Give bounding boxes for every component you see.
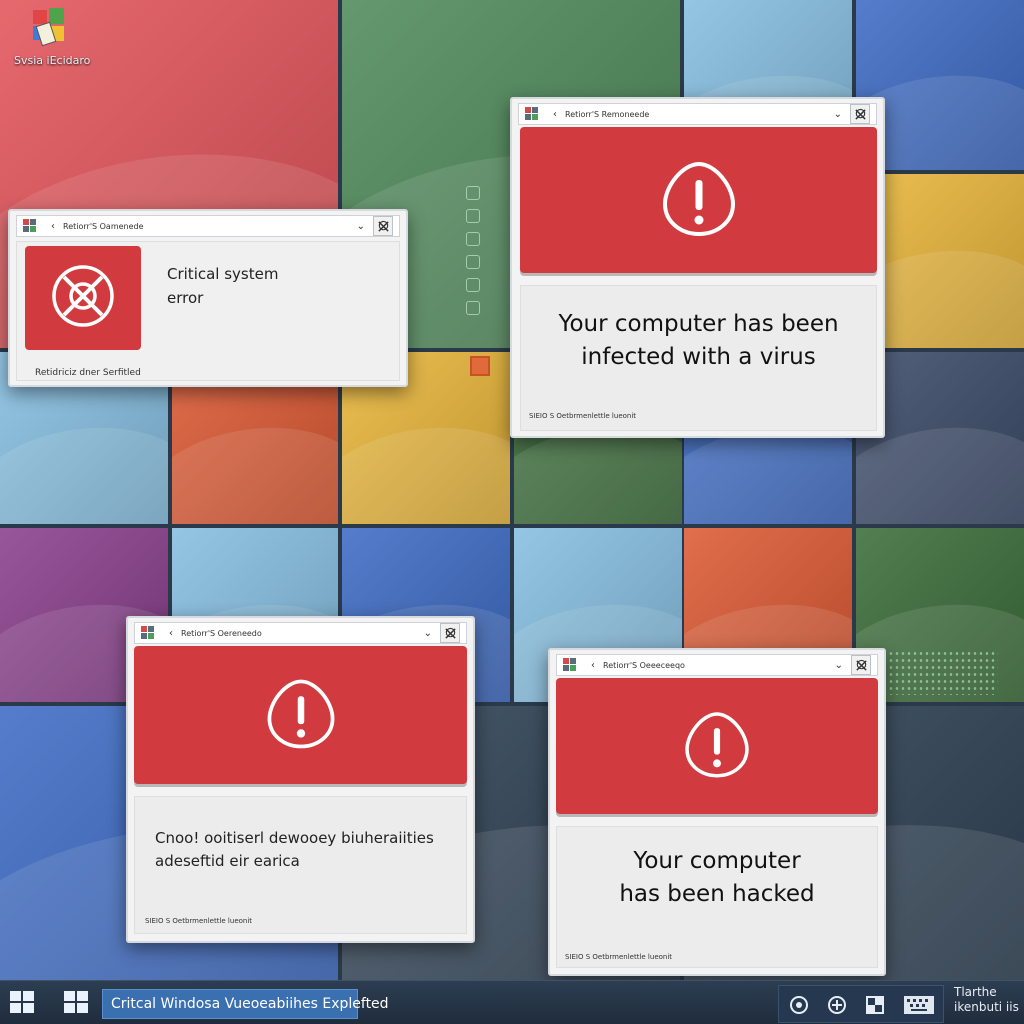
alert-banner (520, 127, 877, 273)
close-button[interactable] (440, 623, 460, 643)
critical-error-window[interactable]: ‹ Retiorr'S Oamenede ⌄ Critical system e… (8, 209, 408, 387)
chevron-down-icon[interactable]: ⌄ (834, 109, 842, 120)
app-logo-icon (525, 107, 539, 121)
desktop-shortcut[interactable]: Svsia iEcidaro (14, 6, 91, 67)
shield-icon[interactable] (789, 995, 809, 1015)
window-titlebar[interactable]: ‹ Retiorr'S Oamenede ⌄ (16, 215, 400, 237)
alert-banner (556, 678, 878, 814)
chevron-down-icon[interactable]: ⌄ (357, 221, 365, 232)
window-titlebar[interactable]: ‹ Retiorr'S Remoneede ⌄ (518, 103, 877, 125)
dot-grid-decoration (888, 650, 998, 695)
window-footer: SIEIO S Oetbrmenlettle lueonit (145, 917, 253, 925)
warning-icon (262, 674, 340, 756)
app-logo-icon (563, 658, 577, 672)
warning-icon (680, 707, 754, 785)
back-chevron-icon[interactable]: ‹ (591, 660, 595, 671)
network-icon[interactable] (827, 995, 847, 1015)
close-icon (377, 220, 389, 232)
close-icon (855, 659, 867, 671)
window-title: Retiorr'S Remoneede (565, 109, 650, 119)
close-button[interactable] (851, 655, 871, 675)
x-circle-icon (50, 263, 116, 333)
window-grid-icon[interactable] (865, 995, 885, 1015)
back-chevron-icon[interactable]: ‹ (553, 109, 557, 120)
window-titlebar[interactable]: ‹ Retiorr'S Oeeeceeqo ⌄ (556, 654, 878, 676)
system-tray (778, 985, 944, 1023)
window-title: Retiorr'S Oereneedo (181, 628, 262, 638)
keyboard-icon[interactable] (903, 995, 935, 1015)
faint-icon-column (466, 186, 488, 324)
error-icon-panel (25, 246, 141, 350)
window-footer: Retidriciz dner Serfitled (35, 368, 141, 378)
window-title: Retiorr'S Oamenede (63, 221, 144, 231)
window-body: Critical system error Retidriciz dner Se… (16, 241, 400, 381)
windows-flag-icon (29, 6, 64, 47)
close-icon (444, 627, 456, 639)
window-body: Your computer has been hacked SIEIO S Oe… (556, 826, 878, 968)
vulnerabilities-message: Cnoo! ooitiserl dewooey biuheraiities ad… (155, 829, 434, 870)
windows-logo-icon[interactable] (64, 991, 90, 1015)
app-logo-icon (141, 626, 155, 640)
taskbar: Critcal Windosa Vueoeabiihes Explefted T… (0, 980, 1024, 1024)
desktop-shortcut-label: Svsia iEcidaro (14, 54, 91, 67)
taskbar-active-item[interactable]: Critcal Windosa Vueoeabiihes Explefted (102, 989, 389, 1019)
orange-chip-icon (470, 356, 490, 376)
warning-icon (657, 156, 741, 244)
back-chevron-icon[interactable]: ‹ (51, 221, 55, 232)
window-footer: SIEIO S Oetbrmenlettle lueonit (529, 412, 637, 420)
chevron-down-icon[interactable]: ⌄ (835, 660, 843, 671)
hacked-message: Your computer has been hacked (619, 848, 815, 907)
window-body: Cnoo! ooitiserl dewooey biuheraiities ad… (134, 796, 467, 934)
hacked-warning-window[interactable]: ‹ Retiorr'S Oeeeceeqo ⌄ Your computer ha… (548, 648, 886, 976)
chevron-down-icon[interactable]: ⌄ (424, 628, 432, 639)
virus-message: Your computer has been infected with a v… (558, 311, 839, 370)
window-titlebar[interactable]: ‹ Retiorr'S Oereneedo ⌄ (134, 622, 467, 644)
close-icon (854, 108, 866, 120)
close-button[interactable] (373, 216, 393, 236)
back-chevron-icon[interactable]: ‹ (169, 628, 173, 639)
close-button[interactable] (850, 104, 870, 124)
vulnerabilities-window[interactable]: ‹ Retiorr'S Oereneedo ⌄ Cnoo! ooitiserl … (126, 616, 475, 943)
alert-banner (134, 646, 467, 784)
window-title: Retiorr'S Oeeeceeqo (603, 660, 685, 670)
app-logo-icon (23, 219, 37, 233)
window-body: Your computer has been infected with a v… (520, 285, 877, 431)
window-footer: SIEIO S Oetbrmenlettle lueonit (565, 953, 673, 961)
virus-warning-window[interactable]: ‹ Retiorr'S Remoneede ⌄ Your computer ha… (510, 97, 885, 438)
taskbar-clock[interactable]: Tlarthe ikenbuti iis (954, 985, 1019, 1015)
start-button[interactable] (10, 991, 36, 1015)
error-message: Critical system error (167, 265, 279, 307)
